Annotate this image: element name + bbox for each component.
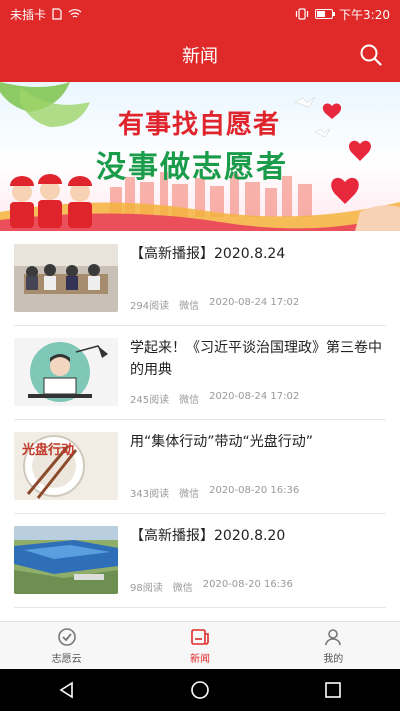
news-meta: 245阅读 微信 2020-08-24 17:02 (130, 391, 299, 406)
wifi-icon (68, 9, 82, 18)
read-count: 294阅读 (130, 301, 170, 312)
system-nav-bar (0, 669, 400, 711)
thumb-text: 光盘行动 (21, 442, 74, 458)
clock-text: 下午3:20 (339, 7, 390, 22)
news-thumbnail (14, 526, 118, 594)
nav-item-volunteer-cloud[interactable]: 志愿云 (0, 622, 133, 670)
news-thumbnail (14, 338, 118, 406)
news-date: 2020-08-20 16:36 (209, 485, 300, 496)
banner-slogan-2: 没事做志愿者 (96, 150, 288, 185)
home-button[interactable] (180, 670, 220, 710)
news-title: 学起来！《习近平谈治国理政》第三卷中的用典 (130, 340, 382, 378)
read-count: 98阅读 (130, 583, 163, 594)
banner-slogan-1: 有事找自愿者 (118, 110, 281, 140)
news-date: 2020-08-24 17:02 (209, 297, 300, 308)
news-source: 微信 (179, 489, 200, 500)
back-button[interactable] (47, 670, 87, 710)
news-source: 微信 (172, 583, 193, 594)
news-thumbnail (14, 244, 118, 312)
news-icon (191, 629, 209, 645)
status-bar: 未插卡 下午3:20 (0, 0, 400, 28)
user-icon (325, 629, 342, 646)
app-header: 新闻 (0, 28, 400, 82)
news-item[interactable]: 【高新播报】2020.8.20 98阅读 微信 2020-08-20 16:36 (14, 513, 386, 608)
news-item[interactable]: 【高新播报】2020.8.24 294阅读 微信 2020-08-24 17:0… (14, 231, 386, 326)
news-title: 【高新播报】2020.8.24 (130, 246, 286, 262)
nav-item-news[interactable]: 新闻 (133, 622, 266, 670)
battery-icon (315, 9, 336, 19)
nav-label: 我的 (323, 654, 344, 665)
news-title: 用“集体行动”带动“光盘行动” (130, 434, 314, 450)
vibrate-icon (295, 8, 309, 20)
news-meta: 343阅读 微信 2020-08-20 16:36 (130, 485, 299, 500)
news-source: 微信 (179, 301, 200, 312)
read-count: 245阅读 (130, 395, 170, 406)
carrier-text: 未插卡 (10, 7, 47, 22)
news-meta: 98阅读 微信 2020-08-20 16:36 (130, 579, 293, 594)
home-circle-icon (191, 681, 209, 699)
nav-label: 志愿云 (51, 654, 82, 665)
news-meta: 294阅读 微信 2020-08-24 17:02 (130, 297, 299, 312)
news-date: 2020-08-24 17:02 (209, 391, 300, 402)
search-icon (360, 44, 382, 66)
news-title: 【高新播报】2020.8.20 (130, 528, 286, 544)
shield-check-icon (57, 628, 76, 646)
read-count: 343阅读 (130, 489, 170, 500)
back-triangle-icon (59, 681, 73, 699)
nav-label: 新闻 (189, 654, 210, 665)
news-source: 微信 (179, 395, 200, 406)
nav-item-profile[interactable]: 我的 (267, 622, 400, 670)
recents-button[interactable] (313, 670, 353, 710)
bottom-nav: 志愿云 新闻 我的 (0, 621, 400, 670)
page-title: 新闻 (182, 46, 218, 67)
volunteer-banner[interactable]: 有事找自愿者 没事做志愿者 (0, 82, 400, 231)
sim-icon (52, 8, 62, 20)
recents-square-icon (325, 682, 342, 698)
news-date: 2020-08-20 16:36 (202, 579, 293, 590)
search-button[interactable] (356, 40, 386, 70)
news-item[interactable]: 光盘行动 用“集体行动”带动“光盘行动” 343阅读 微信 2020-08-20… (14, 419, 386, 514)
news-thumbnail: 光盘行动 (14, 432, 118, 500)
news-item[interactable]: 学起来！《习近平谈治国理政》第三卷中的用典 245阅读 微信 2020-08-2… (14, 325, 386, 420)
